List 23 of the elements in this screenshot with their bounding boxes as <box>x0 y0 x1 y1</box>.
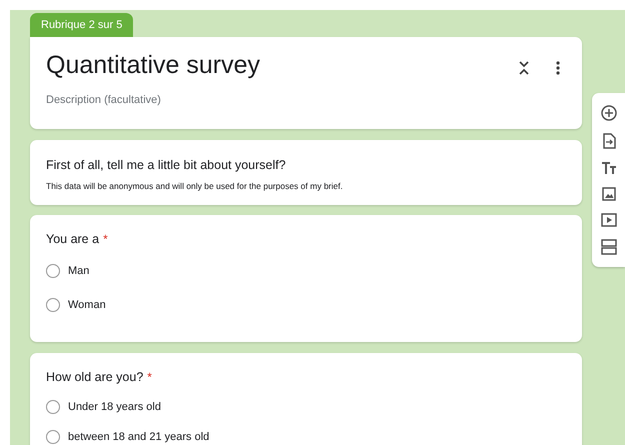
add-question-icon[interactable] <box>600 105 616 121</box>
video-icon[interactable] <box>600 213 616 227</box>
info-text: This data will be anonymous and will only be used for the purposes of my brief. <box>46 181 344 191</box>
option-label: between 18 and 21 years old <box>68 431 210 443</box>
radio-button[interactable] <box>46 298 60 312</box>
question-title: How old are you? <box>46 370 144 384</box>
image-icon[interactable] <box>602 187 616 201</box>
option-label: Man <box>68 265 90 277</box>
import-icon[interactable] <box>602 133 616 149</box>
more-icon[interactable] <box>556 60 560 74</box>
required-mark: * <box>103 232 108 246</box>
info-title: First of all, tell me a little bit about yourself? <box>46 158 287 172</box>
radio-button[interactable] <box>46 264 60 278</box>
required-mark: * <box>147 370 152 384</box>
radio-button[interactable] <box>46 400 60 414</box>
option-label: Woman <box>68 299 106 311</box>
radio-button[interactable] <box>46 430 60 444</box>
option-label: Under 18 years old <box>68 401 161 413</box>
form-title: Quantitative survey <box>46 51 261 80</box>
title-text-icon[interactable] <box>600 161 616 175</box>
section-icon[interactable] <box>600 239 616 255</box>
collapse-icon[interactable] <box>518 60 530 76</box>
question-title: You are a <box>46 232 100 246</box>
